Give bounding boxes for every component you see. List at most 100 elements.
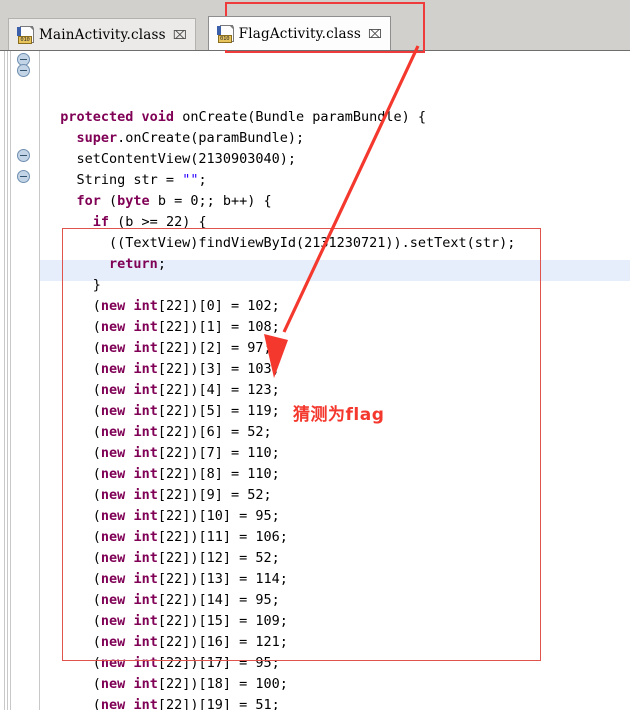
code-line: (new int[22])[5] = 119; (44, 403, 280, 419)
code-token: [22])[10] = 95; (157, 508, 280, 524)
code-line: (new int[22])[6] = 52; (44, 424, 272, 440)
code-token: ( (92, 655, 101, 671)
decompiler-window: 010 MainActivity.class ⌧ 010 FlagActivit… (0, 0, 630, 710)
code-token: } (92, 277, 101, 293)
code-token: [22])[9] = 52; (157, 487, 272, 503)
code-line: } (44, 277, 101, 293)
code-token: ( (92, 529, 101, 545)
code-token: new (100, 592, 134, 608)
code-token: new (100, 613, 134, 629)
code-token: new (100, 403, 134, 419)
code-token: ( (92, 571, 101, 587)
code-line: (new int[22])[9] = 52; (44, 487, 272, 503)
code-token: int (133, 298, 158, 314)
code-token: int (133, 550, 158, 566)
code-token: [22])[13] = 114; (157, 571, 288, 587)
code-token: ( (92, 298, 101, 314)
code-token: setContentView(2130903040); (76, 151, 296, 167)
code-token: [22])[4] = 123; (157, 382, 280, 398)
code-line: if (b >= 22) { (44, 214, 207, 230)
code-token: int (133, 340, 158, 356)
code-token: ( (92, 361, 101, 377)
code-token: ( (92, 445, 101, 461)
code-token: ( (92, 403, 101, 419)
code-token: protected (60, 109, 142, 125)
class-file-icon-bits: 010 (217, 34, 232, 43)
code-token: super (76, 130, 118, 146)
code-token: new (100, 508, 134, 524)
code-token: ( (92, 466, 101, 482)
code-token: ((TextView)findViewById(2131230721)).set… (109, 235, 516, 251)
code-token: new (100, 319, 134, 335)
code-token: new (100, 340, 134, 356)
code-line: (new int[22])[0] = 102; (44, 298, 280, 314)
tab-mainactivity-class[interactable]: 010 MainActivity.class ⌧ (8, 18, 196, 50)
tab-mainactivity-close-icon[interactable]: ⌧ (173, 29, 187, 41)
tab-flagactivity-class[interactable]: 010 FlagActivity.class ⌧ (207, 16, 391, 50)
code-token: [22])[18] = 100; (157, 676, 288, 692)
code-token: ( (92, 676, 101, 692)
code-token: [22])[5] = 119; (157, 403, 280, 419)
code-token: new (100, 529, 134, 545)
code-token: b = 0;; b++) { (157, 193, 272, 209)
code-token: for (76, 193, 110, 209)
code-token: new (100, 445, 134, 461)
code-token: [22])[0] = 102; (157, 298, 280, 314)
code-token: int (133, 445, 158, 461)
code-token: new (100, 634, 134, 650)
fold-collapse-icon[interactable] (17, 149, 30, 162)
code-token: new (100, 466, 134, 482)
gutter-separator (39, 51, 40, 710)
code-token: ( (92, 592, 101, 608)
code-token: new (100, 697, 134, 710)
code-token: new (100, 424, 134, 440)
fold-collapse-icon[interactable] (17, 64, 30, 77)
code-line: (new int[22])[8] = 110; (44, 466, 280, 482)
code-line: (new int[22])[18] = 100; (44, 676, 288, 692)
source-code-text[interactable]: protected void onCreate(Bundle paramBund… (44, 107, 556, 710)
fold-collapse-icon[interactable] (17, 170, 30, 183)
code-token: int (133, 592, 158, 608)
code-token: [22])[17] = 95; (157, 655, 280, 671)
class-file-icon: 010 (216, 24, 234, 43)
code-line: (new int[22])[12] = 52; (44, 550, 280, 566)
code-folding-ruler[interactable] (11, 51, 39, 710)
code-line: (new int[22])[4] = 123; (44, 382, 280, 398)
code-token: [22])[2] = 97; (157, 340, 272, 356)
code-token: .onCreate(paramBundle); (117, 130, 305, 146)
code-token: new (100, 655, 134, 671)
code-line: for (byte b = 0;; b++) { (44, 193, 272, 209)
code-token: int (133, 319, 158, 335)
code-line: protected void onCreate(Bundle paramBund… (44, 109, 426, 125)
editor-tab-strip: 010 MainActivity.class ⌧ 010 FlagActivit… (0, 0, 630, 50)
code-line: super.onCreate(paramBundle); (44, 130, 305, 146)
code-token: [22])[15] = 109; (157, 613, 288, 629)
code-editor[interactable]: protected void onCreate(Bundle paramBund… (0, 50, 630, 710)
code-token: int (133, 697, 158, 710)
code-token: ( (92, 319, 101, 335)
code-line: (new int[22])[7] = 110; (44, 445, 280, 461)
code-line: (new int[22])[19] = 51; (44, 697, 280, 710)
code-token: [22])[8] = 110; (157, 466, 280, 482)
code-token: new (100, 550, 134, 566)
code-token: ( (92, 613, 101, 629)
code-token: int (133, 508, 158, 524)
code-token: "" (182, 172, 199, 188)
code-line: (new int[22])[17] = 95; (44, 655, 280, 671)
editor-rail-mid (7, 51, 8, 710)
code-token: void (141, 109, 183, 125)
code-token: new (100, 571, 134, 587)
code-token: ( (92, 487, 101, 503)
tab-flagactivity-close-icon[interactable]: ⌧ (368, 28, 382, 40)
code-token: int (133, 403, 158, 419)
code-line: (new int[22])[16] = 121; (44, 634, 288, 650)
code-token: String str = (76, 172, 183, 188)
code-token: [22])[3] = 103; (157, 361, 280, 377)
tab-flagactivity-label: FlagActivity.class (238, 25, 361, 42)
code-token: int (133, 382, 158, 398)
code-line: (new int[22])[14] = 95; (44, 592, 280, 608)
code-token: ( (92, 382, 101, 398)
code-line: (new int[22])[2] = 97; (44, 340, 272, 356)
code-token: new (100, 382, 134, 398)
code-line: (new int[22])[15] = 109; (44, 613, 288, 629)
